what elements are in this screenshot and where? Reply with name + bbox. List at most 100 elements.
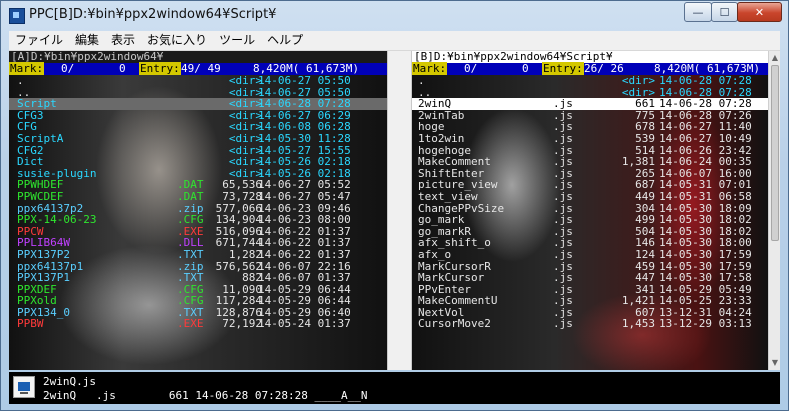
file-row[interactable]: . <dir> 14-06-28 07:28 — [412, 75, 768, 87]
pane-a-mark-size: 0 — [119, 62, 126, 75]
file-date: 14-06-24 00:35 — [659, 155, 752, 169]
file-name: . — [418, 74, 425, 87]
file-row[interactable]: go_mark .js 499 14-05-30 18:02 — [412, 214, 768, 226]
file-row[interactable]: afx_o .js 124 14-05-30 17:59 — [412, 249, 768, 261]
file-name: Dict — [17, 155, 44, 169]
status-details: 2winQ .js 661 14-06-28 07:28:28 ____A__N — [43, 389, 368, 402]
file-date: 14-06-22 01:37 — [258, 247, 351, 261]
file-name: afx_o — [418, 247, 452, 261]
file-name: text_view — [418, 189, 478, 203]
status-panel: 2winQ.js 2winQ .js 661 14-06-28 07:28:28… — [9, 372, 780, 404]
file-row[interactable]: CursorMove2 .js 1,453 13-12-29 03:13 — [412, 318, 768, 330]
file-size: 447 — [635, 271, 655, 285]
file-date: 14-06-07 01:37 — [258, 271, 351, 285]
file-name: ScriptA — [17, 131, 64, 145]
pane-b-entry-value: 26/ 26 — [584, 62, 624, 75]
file-size: 539 — [635, 131, 655, 145]
file-date: 14-05-26 02:18 — [258, 155, 351, 169]
menu-tools[interactable]: ツール — [213, 31, 261, 50]
scroll-down-icon[interactable]: ▼ — [770, 358, 780, 368]
title-bar[interactable]: PPC[B]D:¥bin¥ppx2window64¥Script¥ — ☐ ✕ — [1, 1, 788, 29]
menu-favorites[interactable]: お気に入り — [141, 31, 213, 50]
file-ext: .TXT — [177, 271, 204, 285]
file-row[interactable]: . <dir> 14-06-27 05:50 — [9, 75, 387, 87]
file-date: 14-06-23 08:00 — [258, 213, 351, 227]
window-title: PPC[B]D:¥bin¥ppx2window64¥Script¥ — [29, 7, 277, 22]
file-name: PPBW — [17, 317, 44, 331]
file-name: PPX-14-06-23 — [17, 213, 97, 227]
file-ext: .js — [553, 213, 573, 227]
file-date: 14-06-27 05:50 — [258, 74, 351, 87]
scroll-up-icon[interactable]: ▲ — [770, 53, 780, 63]
file-row[interactable]: PPWCDEF .DAT 73,728 14-06-27 05:47 — [9, 191, 387, 203]
maximize-button[interactable]: ☐ — [711, 2, 738, 22]
file-ext: .TXT — [177, 247, 204, 261]
pane-a-entry-value: 49/ 49 — [181, 62, 221, 75]
pane-a-mark-count: 0/ — [61, 62, 75, 75]
file-icon — [13, 376, 35, 398]
file-ext: .js — [553, 131, 573, 145]
file-row[interactable]: PPX137P2 .TXT 1,282 14-06-22 01:37 — [9, 249, 387, 261]
pane-b-entry-label: Entry: — [542, 62, 584, 75]
close-button[interactable]: ✕ — [737, 2, 782, 22]
file-date: 14-05-24 01:37 — [258, 317, 351, 331]
file-ext: .js — [553, 189, 573, 203]
file-ext: .js — [553, 247, 573, 261]
app-icon — [9, 8, 25, 24]
file-name: MarkCursor — [418, 271, 485, 285]
menu-view[interactable]: 表示 — [105, 31, 141, 50]
file-date: 14-05-30 18:02 — [659, 213, 752, 227]
file-name: go_mark — [418, 213, 465, 227]
menu-edit[interactable]: 編集 — [69, 31, 105, 50]
pane-b[interactable]: [B]D:¥bin¥ppx2window64¥Script¥ Mark: 0/ … — [412, 51, 768, 370]
file-size: 73,728 — [222, 189, 262, 203]
file-size: 134,904 — [215, 213, 262, 227]
file-name: CursorMove2 — [418, 317, 491, 331]
file-row[interactable]: MarkCursor .js 447 14-05-30 17:58 — [412, 272, 768, 284]
file-date: 14-05-30 17:59 — [659, 247, 752, 261]
pane-a-entry-label: Entry: — [139, 62, 181, 75]
menu-help[interactable]: ヘルプ — [261, 31, 309, 50]
pane-divider[interactable] — [387, 51, 412, 370]
file-date: 14-05-30 17:58 — [659, 271, 752, 285]
ppc-window: PPC[B]D:¥bin¥ppx2window64¥Script¥ — ☐ ✕ … — [0, 0, 789, 411]
file-row[interactable]: MakeComment .js 1,381 14-06-24 00:35 — [412, 156, 768, 168]
file-row[interactable]: PPX-14-06-23 .CFG 134,904 14-06-23 08:00 — [9, 214, 387, 226]
file-row[interactable]: ScriptA <dir> 14-05-30 11:28 — [9, 133, 387, 145]
file-ext: .CFG — [177, 213, 204, 227]
file-size: 1,381 — [621, 155, 655, 169]
file-row[interactable]: 1to2win .js 539 14-06-27 10:49 — [412, 133, 768, 145]
file-row[interactable]: text_view .js 449 14-05-31 06:58 — [412, 191, 768, 203]
caption-buttons: — ☐ ✕ — [684, 2, 782, 22]
file-name: MakeComment — [418, 155, 491, 169]
file-date: 14-06-28 07:28 — [659, 74, 752, 87]
file-row[interactable]: PPBW .EXE 72,192 14-05-24 01:37 — [9, 318, 387, 330]
file-row[interactable]: Dict <dir> 14-05-26 02:18 — [9, 156, 387, 168]
file-ext: .js — [553, 317, 573, 331]
pane-b-mark-count: 0/ — [464, 62, 478, 75]
file-date: 14-06-27 10:49 — [659, 131, 752, 145]
scroll-thumb[interactable] — [771, 65, 779, 241]
file-size: 72,192 — [222, 317, 262, 331]
pane-a[interactable]: [A]D:¥bin¥ppx2window64¥ Mark: 0/ 0 Entry… — [9, 51, 387, 370]
file-size: 499 — [635, 213, 655, 227]
file-date: 14-05-30 11:28 — [258, 131, 351, 145]
file-size: 1,453 — [621, 317, 655, 331]
file-date: 14-05-31 06:58 — [659, 189, 752, 203]
file-size: <dir> — [621, 74, 655, 87]
file-ext: .js — [553, 271, 573, 285]
file-row[interactable]: PPX137P1 .TXT 882 14-06-07 01:37 — [9, 272, 387, 284]
menu-file[interactable]: ファイル — [9, 31, 69, 50]
file-size: 449 — [635, 189, 655, 203]
file-name: . — [17, 74, 24, 87]
pane-a-mark-label: Mark: — [9, 62, 45, 75]
status-filename: 2winQ.js — [43, 375, 96, 388]
file-name: PPWCDEF — [17, 189, 64, 203]
file-ext: .js — [553, 155, 573, 169]
pane-b-mark-size: 0 — [522, 62, 529, 75]
file-date: 14-06-27 05:47 — [258, 189, 351, 203]
minimize-button[interactable]: — — [684, 2, 712, 22]
vertical-scrollbar[interactable]: ▲ ▼ — [768, 51, 780, 370]
file-ext: .EXE — [177, 317, 204, 331]
file-ext: .DAT — [177, 189, 204, 203]
